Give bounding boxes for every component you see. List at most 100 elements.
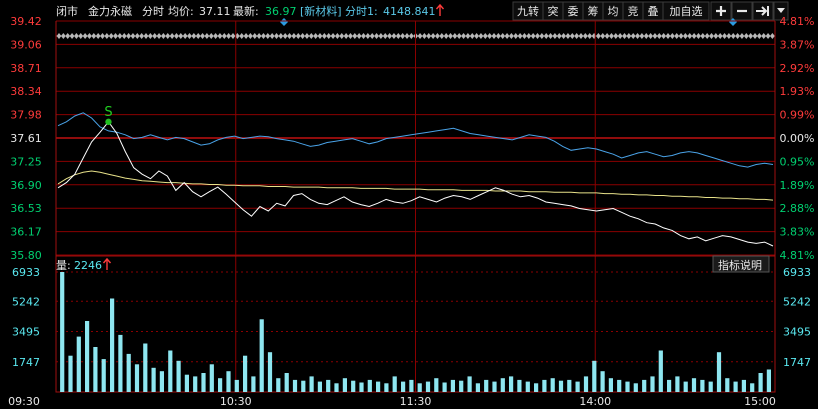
volume-bar [517,379,522,392]
plus-icon[interactable] [710,1,732,21]
percent-tick-label: 2.88% [780,202,815,215]
volume-bar [683,381,688,392]
time-tick-label: 15:00 [744,395,776,408]
volume-tick-label: 5242 [783,295,811,308]
volume-bar [76,336,81,392]
volume-bar [392,376,397,392]
percent-tick-label: 0.95% [780,155,815,168]
volume-bar [633,383,638,392]
volume-bar [642,379,647,392]
percent-tick-label: 0.00% [780,132,815,145]
time-tick-label: 10:30 [220,395,252,408]
volume-bar [110,298,115,392]
volume-bar [442,382,447,392]
volume-bar [376,381,381,392]
volume-bar [60,272,65,392]
volume-bar [334,383,339,392]
price-tick-label: 35.80 [10,249,42,262]
volume-label: 量: [56,259,71,272]
price-tick-label: 37.61 [10,132,42,145]
volume-bar [151,367,156,392]
chart-background [0,0,818,409]
volume-bar [625,381,630,392]
percent-tick-label: 1.89% [780,179,815,192]
volume-tick-label: 6933 [783,266,811,279]
price-tick-label: 39.42 [10,15,42,28]
price-tick-label: 36.17 [10,226,42,239]
minus-icon[interactable] [731,1,753,21]
volume-bar [675,376,680,392]
volume-bar [716,352,722,392]
volume-bar [251,376,256,392]
volume-bar [134,364,140,392]
volume-bar [691,378,697,392]
volume-bar [101,359,106,392]
arrow-bar-right-icon[interactable] [752,1,774,21]
volume-bar [434,378,439,392]
volume-bar [475,383,480,392]
price-tick-label: 36.53 [10,202,42,215]
avg-price-label: 均价: [168,5,194,18]
volume-bar [126,353,131,392]
time-tick-label: 14:00 [579,395,611,408]
toolbar-button-label: 筹 [588,4,599,18]
volume-bar [342,378,347,392]
header-bar: 闭市 金力永磁 分时 均价: 37.11 最新: 36.97 [新材料] 分时1… [56,3,445,18]
volume-bar [617,379,622,392]
volume-bar [184,374,189,392]
volume-bar [467,376,472,392]
percent-tick-label: 4.81% [780,15,815,28]
volume-bar [267,352,273,392]
volume-tick-label: 3495 [783,326,811,339]
toolbar-button-label: 竞 [628,4,639,18]
volume-bar [700,379,705,392]
volume-bar [766,369,771,392]
volume-bar [93,347,98,392]
intraday-chart[interactable]: 闭市 金力永磁 分时 均价: 37.11 最新: 36.97 [新材料] 分时1… [0,0,818,409]
volume-bar [484,379,489,392]
percent-tick-label: 3.83% [780,226,815,239]
market-state: 闭市 [56,4,78,18]
volume-bar [209,364,214,392]
volume-bar [741,379,746,392]
volume-bar [359,382,364,392]
volume-bar [567,379,572,392]
volume-bar [425,381,431,392]
volume-bar [558,380,564,392]
index-value: 4148.841 [383,5,436,18]
volume-bar [218,378,223,392]
volume-bar [85,321,90,392]
volume-bar [725,378,730,392]
volume-bar [708,381,713,392]
volume-bar [658,350,663,392]
volume-bar [509,376,514,392]
volume-bar [284,373,289,392]
volume-bar [317,381,322,392]
volume-tick-label: 1747 [12,356,40,369]
volume-bar [750,383,755,392]
volume-bar [550,378,555,392]
price-tick-label: 37.25 [10,155,42,168]
price-tick-label: 36.90 [10,179,42,192]
volume-bar [351,380,356,392]
price-tick-label: 37.98 [10,109,42,122]
toolbar-button-label: 加自选 [670,5,703,18]
price-tick-label: 38.34 [10,85,42,98]
volume-bar [159,371,164,392]
volume-bar [326,379,331,392]
volume-bar [401,381,406,392]
time-tick-label: 11:30 [400,395,432,408]
volume-bar [500,378,505,392]
toolbar: 九转突委筹均竞叠加自选 [512,1,789,21]
volume-bar [542,379,547,392]
volume-bar [608,378,613,392]
volume-bar [534,383,539,392]
volume-bar [650,376,655,392]
volume-bar [68,355,73,392]
sector-tag[interactable]: [新材料] [300,4,342,18]
percent-tick-label: 2.92% [780,62,815,75]
volume-bar [168,350,173,392]
volume-bar [276,378,281,392]
volume-bar [733,381,738,392]
volume-bar [176,360,181,392]
